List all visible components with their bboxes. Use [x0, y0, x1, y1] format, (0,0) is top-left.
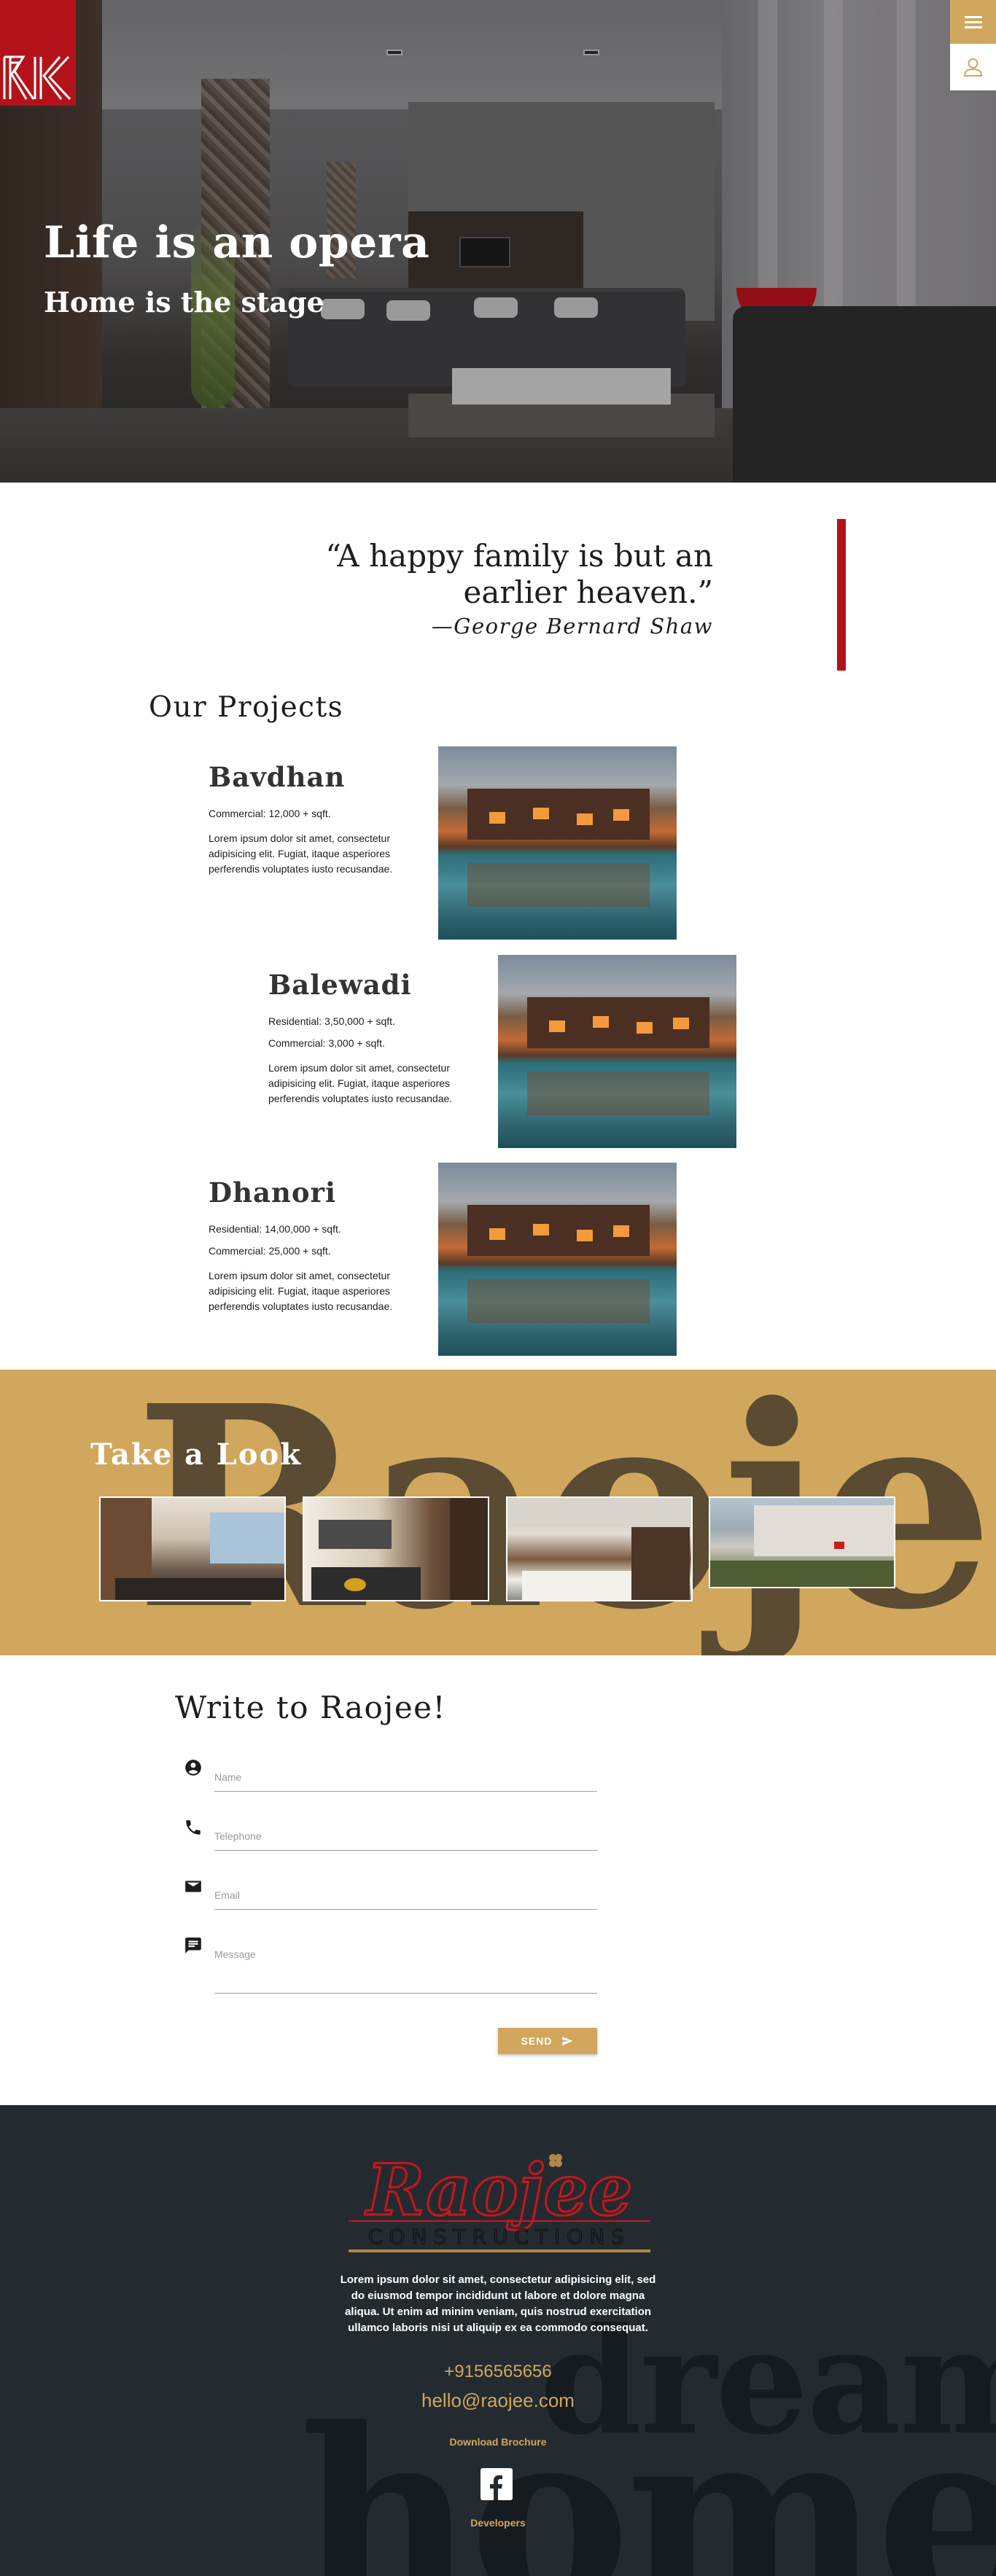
- facebook-icon[interactable]: [481, 2468, 513, 2500]
- name-field[interactable]: [214, 1765, 597, 1792]
- thumb-bed: [115, 1578, 284, 1600]
- thumb-bed: [522, 1571, 631, 1600]
- hero-title: Life is an opera: [44, 217, 430, 268]
- project-image-window: [593, 1016, 609, 1028]
- project-image-window: [613, 1225, 629, 1237]
- footer-description: Lorem ipsum dolor sit amet, consectetur …: [340, 2273, 656, 2334]
- project-image-window: [489, 1228, 505, 1240]
- project-card-balewadi[interactable]: Balewadi Residential: 3,50,000 + sqft. C…: [268, 969, 494, 1106]
- project-image-dhanori[interactable]: [438, 1163, 677, 1356]
- thumb-building: [754, 1505, 894, 1556]
- thumb-window: [210, 1513, 284, 1564]
- take-a-look-title: Take a Look: [90, 1437, 302, 1472]
- gallery-thumb-bedroom[interactable]: [99, 1496, 286, 1601]
- thumb-chair: [834, 1542, 844, 1549]
- gallery-thumb-living-room[interactable]: [506, 1496, 693, 1601]
- telephone-input[interactable]: [214, 1830, 597, 1842]
- project-name: Dhanori: [209, 1176, 337, 1209]
- project-image-reflection: [467, 863, 650, 907]
- email-input[interactable]: [214, 1889, 597, 1901]
- telephone-field[interactable]: [214, 1824, 597, 1851]
- message-icon: [185, 1937, 201, 1954]
- developers-link[interactable]: Developers: [0, 2517, 996, 2529]
- project-description: Lorem ipsum dolor sit amet, consectetur …: [209, 1270, 393, 1312]
- message-input[interactable]: [214, 1948, 597, 1983]
- project-image-balewadi[interactable]: [498, 955, 736, 1148]
- project-image-reflection: [527, 1072, 709, 1115]
- thumb-cabinet: [631, 1527, 690, 1600]
- project-description: Lorem ipsum dolor sit amet, consectetur …: [268, 1062, 453, 1104]
- thumb-counter: [311, 1567, 421, 1600]
- project-image-window: [613, 809, 629, 821]
- gallery-thumb-exterior[interactable]: [709, 1496, 895, 1588]
- brand-logo[interactable]: [0, 0, 76, 106]
- project-image-window: [673, 1018, 689, 1029]
- user-icon: [963, 58, 983, 77]
- footer-email-link[interactable]: hello@raojee.com: [0, 2389, 996, 2412]
- project-image-window: [549, 1020, 565, 1032]
- project-image-window: [533, 808, 549, 819]
- hamburger-menu-icon: [965, 21, 982, 23]
- project-image-bavdhan[interactable]: [438, 746, 677, 940]
- logo-wordmark: Raojee: [364, 2150, 632, 2231]
- account-circle-icon: [185, 1760, 201, 1776]
- user-account-button[interactable]: [950, 44, 996, 90]
- footer-logo[interactable]: Raojee CONSTRUCTIONS: [343, 2148, 656, 2271]
- quote-text: “A happy family is but an earlier heaven…: [325, 538, 713, 610]
- project-image-window: [577, 1230, 593, 1241]
- send-button[interactable]: SEND: [498, 2028, 597, 2054]
- project-image-window: [637, 1022, 653, 1034]
- hamburger-menu-icon: [965, 26, 982, 28]
- send-icon: [562, 2037, 573, 2045]
- contact-title: Write to Raojee!: [175, 1690, 446, 1725]
- project-description: Lorem ipsum dolor sit amet, consectetur …: [209, 832, 393, 875]
- project-name: Bavdhan: [209, 761, 346, 793]
- logo-monogram-icon: [3, 55, 71, 101]
- project-meta: Commercial: 3,000 + sqft.: [268, 1037, 385, 1049]
- name-input[interactable]: [214, 1771, 597, 1783]
- phone-icon: [186, 1820, 201, 1835]
- thumb-fruit: [344, 1578, 366, 1591]
- hamburger-menu-icon: [965, 16, 982, 18]
- thumb-cabinet: [319, 1520, 392, 1549]
- project-image-reflection: [467, 1279, 650, 1323]
- quote-accent-bar: [837, 519, 846, 671]
- thumb-lawn: [710, 1561, 894, 1587]
- project-name: Balewadi: [268, 969, 412, 1001]
- project-meta: Commercial: 12,000 + sqft.: [209, 808, 331, 819]
- facebook-logo-icon: [490, 2475, 502, 2500]
- download-brochure-link[interactable]: Download Brochure: [0, 2436, 996, 2448]
- project-image-window: [533, 1224, 549, 1236]
- project-card-dhanori[interactable]: Dhanori Residential: 14,00,000 + sqft. C…: [209, 1176, 435, 1314]
- quote-author: —George Bernard Shaw: [431, 614, 713, 639]
- project-card-bavdhan[interactable]: Bavdhan Commercial: 12,000 + sqft. Lorem…: [209, 761, 435, 877]
- projects-title: Our Projects: [149, 691, 344, 724]
- thumb-wall: [450, 1498, 488, 1600]
- project-image-window: [577, 813, 593, 825]
- footer-phone-link[interactable]: +9156565656: [0, 2362, 996, 2382]
- message-field[interactable]: [214, 1943, 597, 1994]
- raojee-logo-icon: Raojee CONSTRUCTIONS: [349, 2148, 650, 2252]
- quote-block: “A happy family is but an earlier heaven…: [219, 538, 713, 639]
- project-meta: Commercial: 25,000 + sqft.: [209, 1245, 331, 1257]
- footer-background-word: home: [299, 2376, 996, 2576]
- hero-subtitle: Home is the stage: [44, 286, 324, 319]
- hamburger-menu-button[interactable]: [950, 0, 996, 44]
- send-label: SEND: [521, 2035, 553, 2047]
- email-icon: [185, 1881, 201, 1892]
- logo-subtitle: CONSTRUCTIONS: [368, 2225, 631, 2249]
- gallery-thumb-kitchen[interactable]: [303, 1496, 489, 1601]
- project-meta: Residential: 14,00,000 + sqft.: [209, 1223, 341, 1235]
- project-meta: Residential: 3,50,000 + sqft.: [268, 1015, 395, 1027]
- project-image-window: [489, 812, 505, 824]
- email-field[interactable]: [214, 1884, 597, 1910]
- thumb-ceiling: [507, 1498, 691, 1524]
